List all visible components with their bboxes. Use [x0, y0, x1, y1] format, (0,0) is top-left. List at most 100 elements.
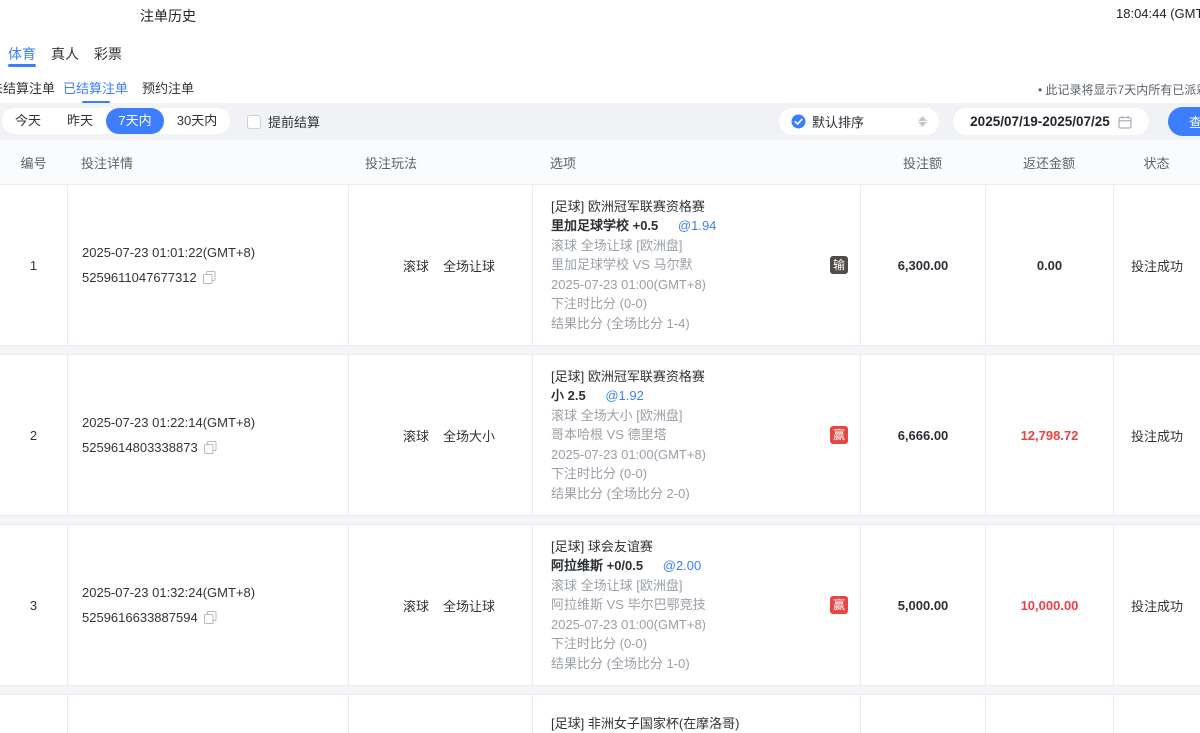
selection: 阿拉维斯 +0/0.5 — [551, 558, 643, 573]
bet-id: 5259611047677312 — [82, 267, 197, 288]
play-type-cell — [348, 695, 532, 733]
check-circle-icon — [791, 114, 806, 129]
odds: @1.94 — [678, 218, 717, 233]
table-body: 1 2025-07-23 01:01:22(GMT+8) 52596110476… — [0, 184, 1200, 733]
match: 里加足球学校 VS 马尔默 — [551, 255, 820, 275]
market: 滚球 全场大小 [欧洲盘] — [551, 406, 820, 426]
league: [足球] 非洲女子国家杯(在摩洛哥) — [551, 714, 820, 733]
status-value: 投注成功 — [1131, 256, 1183, 275]
copy-icon[interactable] — [204, 441, 217, 454]
score-at-bet: 下注时比分 (0-0) — [551, 464, 820, 484]
col-status: 状态 — [1113, 153, 1200, 172]
play-name: 全场让球 — [443, 256, 495, 275]
odds: @1.92 — [605, 388, 644, 403]
early-settle-toggle[interactable]: 提前结算 — [247, 112, 320, 131]
play-name: 全场让球 — [443, 596, 495, 615]
col-selection: 选项 — [532, 153, 860, 172]
sort-label: 默认排序 — [812, 112, 864, 131]
result-score: 结果比分 (全场比分 2-0) — [551, 484, 820, 504]
tab-live-casino[interactable]: 真人 — [51, 35, 79, 75]
subtab-settled[interactable]: 已结算注单 — [63, 78, 128, 97]
bet-details-cell: 2025-07-23 01:01:22(GMT+8) 5259611047677… — [67, 185, 348, 345]
range-7days[interactable]: 7天内 — [106, 108, 164, 134]
date-range-picker[interactable]: 2025/07/19-2025/07/25 — [953, 108, 1149, 135]
match-time: 2025-07-23 01:00(GMT+8) — [551, 275, 820, 295]
match-time: 2025-07-23 01:00(GMT+8) — [551, 615, 820, 635]
selection-line: 小 2.5 @1.92 — [551, 386, 820, 406]
col-play-type: 投注玩法 — [348, 153, 532, 172]
top-bar: 注单历史 18:04:44 (GMT+8) — [0, 0, 1200, 36]
league: [足球] 欧洲冠军联赛资格赛 — [551, 367, 820, 387]
bet-history-page: 注单历史 18:04:44 (GMT+8) 体育 真人 彩票 未结算注单 已结算… — [0, 0, 1200, 733]
payout-value: 12,798.72 — [1021, 428, 1079, 443]
result-score: 结果比分 (全场比分 1-0) — [551, 654, 820, 674]
outcome-badge-win: 赢 — [830, 426, 848, 444]
play-name: 全场大小 — [443, 426, 495, 445]
stake-cell: 6,666.00 — [860, 355, 985, 515]
subtab-reserved[interactable]: 预约注单 — [142, 78, 194, 97]
table-row: 3 2025-07-23 01:32:24(GMT+8) 52596166338… — [0, 524, 1200, 686]
main-tabs: 体育 真人 彩票 — [0, 35, 1200, 75]
payout-cell — [985, 695, 1113, 733]
outcome-badge-win: 赢 — [830, 596, 848, 614]
subtab-unsettled[interactable]: 未结算注单 — [0, 78, 55, 97]
play-type-cell: 滚球 全场大小 — [348, 355, 532, 515]
payout-value: 0.00 — [1037, 258, 1062, 273]
date-range-segment: 今天 昨天 7天内 30天内 — [2, 108, 230, 134]
stake-value: 5,000.00 — [898, 598, 949, 613]
status-value: 投注成功 — [1131, 426, 1183, 445]
odds: @2.00 — [663, 558, 702, 573]
bet-time: 2025-07-23 01:32:24(GMT+8) — [82, 582, 348, 603]
row-number: 1 — [0, 185, 67, 345]
bet-time: 2025-07-23 01:01:22(GMT+8) — [82, 242, 348, 263]
selection-line: 里加足球学校 +0.5 @1.94 — [551, 216, 820, 236]
payout-value: 10,000.00 — [1021, 598, 1079, 613]
payout-cell: 12,798.72 — [985, 355, 1113, 515]
sort-select[interactable]: 默认排序 — [779, 108, 939, 135]
tab-sports[interactable]: 体育 — [8, 35, 36, 75]
payout-cell: 0.00 — [985, 185, 1113, 345]
col-payout: 返还金额 — [985, 153, 1113, 172]
table-row: 2 2025-07-23 01:22:14(GMT+8) 52596148033… — [0, 354, 1200, 516]
stake-cell: 5,000.00 — [860, 525, 985, 685]
selection-cell: [足球] 球会友谊赛 阿拉维斯 +0/0.5 @2.00 滚球 全场让球 [欧洲… — [532, 525, 860, 685]
status-cell — [1113, 695, 1200, 733]
filter-bar: 今天 昨天 7天内 30天内 提前结算 默认排序 2025/07/19-2025… — [0, 103, 1200, 140]
market: 滚球 全场让球 [欧洲盘] — [551, 236, 820, 256]
stake-value: 6,666.00 — [898, 428, 949, 443]
copy-icon[interactable] — [204, 611, 217, 624]
payout-cell: 10,000.00 — [985, 525, 1113, 685]
play-type-cell: 滚球 全场让球 — [348, 185, 532, 345]
query-button[interactable]: 查询 — [1168, 107, 1200, 136]
selection-line: 阿拉维斯 +0/0.5 @2.00 — [551, 556, 820, 576]
col-bet-details: 投注详情 — [67, 153, 348, 172]
bet-id: 5259614803338873 — [82, 437, 198, 458]
bet-time: 2025-07-23 01:22:14(GMT+8) — [82, 412, 348, 433]
range-yesterday[interactable]: 昨天 — [54, 108, 106, 134]
stake-cell — [860, 695, 985, 733]
table-header: 编号 投注详情 投注玩法 选项 投注额 返还金额 状态 — [0, 140, 1200, 184]
selection-cell: [足球] 欧洲冠军联赛资格赛 里加足球学校 +0.5 @1.94 滚球 全场让球… — [532, 185, 860, 345]
status-value: 投注成功 — [1131, 596, 1183, 615]
bet-id-line: 5259611047677312 — [82, 267, 348, 288]
status-cell: 投注成功 — [1113, 525, 1200, 685]
checkbox-icon[interactable] — [247, 115, 261, 129]
selection: 小 2.5 — [551, 388, 586, 403]
bet-details-cell: 2025-07-23 01:32:24(GMT+8) 5259616633887… — [67, 525, 348, 685]
stake-value: 6,300.00 — [898, 258, 949, 273]
range-today[interactable]: 今天 — [2, 108, 54, 134]
table-row-partial: [足球] 非洲女子国家杯(在摩洛哥) — [0, 694, 1200, 733]
early-settle-label: 提前结算 — [268, 112, 320, 131]
copy-icon[interactable] — [203, 271, 216, 284]
tab-lottery[interactable]: 彩票 — [94, 35, 122, 75]
score-at-bet: 下注时比分 (0-0) — [551, 294, 820, 314]
range-30days[interactable]: 30天内 — [164, 108, 230, 134]
record-note: • 此记录将显示7天内所有已派彩的 — [1038, 81, 1200, 98]
bet-details-cell: 2025-07-23 01:22:14(GMT+8) 5259614803338… — [67, 355, 348, 515]
calendar-icon — [1118, 115, 1132, 129]
col-number: 编号 — [0, 153, 67, 172]
row-number — [0, 695, 67, 733]
bet-id-line: 5259614803338873 — [82, 437, 348, 458]
sub-tabs: 未结算注单 已结算注单 预约注单 • 此记录将显示7天内所有已派彩的 — [0, 75, 1200, 103]
market: 滚球 全场让球 [欧洲盘] — [551, 576, 820, 596]
